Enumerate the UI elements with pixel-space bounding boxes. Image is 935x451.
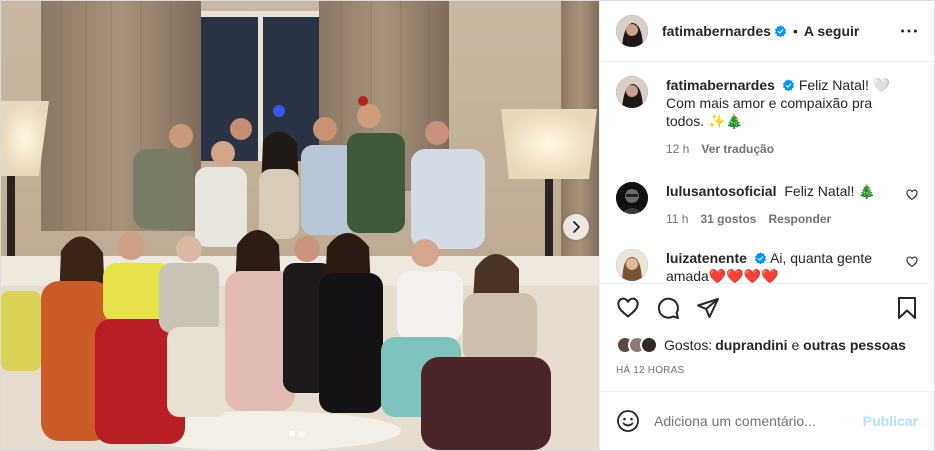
first-liker-link[interactable]: duprandini xyxy=(715,337,787,353)
translate-link[interactable]: Ver tradução xyxy=(701,140,774,158)
comment-time[interactable]: 11 h xyxy=(666,210,688,228)
commenter-username[interactable]: luizatenente xyxy=(666,250,747,266)
carousel-dot xyxy=(299,431,305,437)
carousel-dot-active xyxy=(289,431,295,437)
verified-badge-icon xyxy=(754,252,766,265)
commenter-avatar[interactable] xyxy=(616,249,648,281)
commenter-username[interactable]: lulusantosoficial xyxy=(666,183,776,199)
caption-author-avatar[interactable] xyxy=(616,76,648,108)
carousel-dots xyxy=(289,431,305,437)
reply-button[interactable]: Responder xyxy=(768,210,831,228)
family-christmas-photo xyxy=(1,1,599,450)
save-button[interactable] xyxy=(896,296,918,320)
author-username[interactable]: fatimabernardes xyxy=(662,23,771,39)
author-avatar[interactable] xyxy=(616,15,648,47)
post-details-panel: fatimabernardes • A seguir fatimabernard… xyxy=(599,1,934,450)
instagram-post-modal: fatimabernardes • A seguir fatimabernard… xyxy=(0,0,935,451)
heart-outline-icon xyxy=(617,297,639,318)
emoji-button[interactable] xyxy=(616,409,640,433)
chevron-right-icon xyxy=(573,221,580,233)
more-horizontal-icon xyxy=(901,29,917,33)
post-actions xyxy=(600,283,934,331)
heart-outline-icon xyxy=(906,189,918,201)
bookmark-icon xyxy=(898,296,916,319)
likes-summary: Gostos: duprandini e outras pessoas xyxy=(600,331,934,359)
smiley-icon xyxy=(617,410,639,432)
comment-item: luizatenente Ai, quanta gente amada❤️❤️❤… xyxy=(616,249,918,283)
verified-badge-icon xyxy=(782,79,794,92)
other-likers-link[interactable]: outras pessoas xyxy=(803,337,906,353)
comment-input[interactable] xyxy=(654,413,863,429)
heart-outline-icon xyxy=(906,256,918,268)
share-button[interactable] xyxy=(696,296,720,320)
verified-badge-icon xyxy=(774,24,786,37)
liker-avatars[interactable] xyxy=(616,336,658,354)
comment-text: Feliz Natal! 🎄 xyxy=(784,183,876,199)
post-timestamp[interactable]: HÁ 12 HORAS xyxy=(600,359,934,383)
commenter-avatar[interactable] xyxy=(616,182,648,214)
comment-like-button[interactable] xyxy=(906,188,918,204)
likes-prefix: Gostos: xyxy=(664,337,713,353)
follow-button[interactable]: A seguir xyxy=(804,23,860,39)
liker-avatar xyxy=(640,336,658,354)
post-photo[interactable] xyxy=(1,1,599,450)
paper-plane-icon xyxy=(697,297,719,318)
header-separator: • xyxy=(792,23,798,39)
add-comment-bar: Publicar xyxy=(600,391,934,450)
like-button[interactable] xyxy=(616,296,640,320)
caption-username[interactable]: fatimabernardes xyxy=(666,77,775,93)
likes-connector: e xyxy=(787,337,804,353)
post-header: fatimabernardes • A seguir xyxy=(600,1,934,62)
comment-like-button[interactable] xyxy=(906,255,918,271)
comment-button[interactable] xyxy=(656,296,680,320)
more-options-button[interactable] xyxy=(898,20,920,42)
carousel-next-button[interactable] xyxy=(563,214,589,240)
comments-list[interactable]: fatimabernardes Feliz Natal! 🤍 Com mais … xyxy=(600,62,934,283)
publish-button[interactable]: Publicar xyxy=(863,413,918,429)
caption: fatimabernardes Feliz Natal! 🤍 Com mais … xyxy=(616,76,918,158)
comment-item: lulusantosoficial Feliz Natal! 🎄 11 h 31… xyxy=(616,182,918,228)
comment-likes[interactable]: 31 gostos xyxy=(700,210,756,228)
speech-bubble-icon xyxy=(657,297,679,319)
caption-time[interactable]: 12 h xyxy=(666,140,689,158)
